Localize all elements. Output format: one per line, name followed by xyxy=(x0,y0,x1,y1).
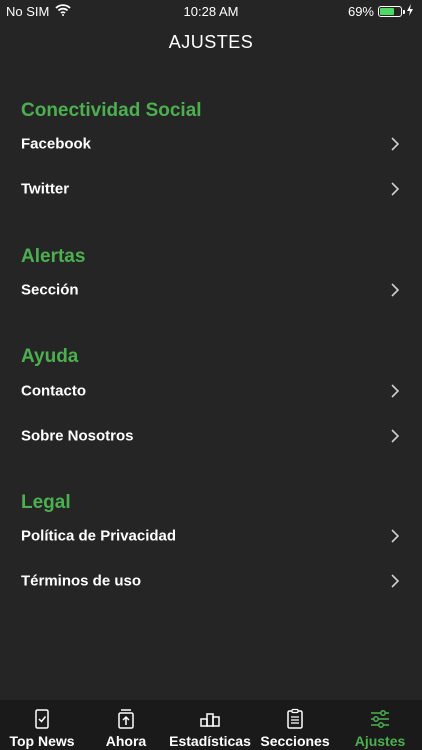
chevron-right-icon xyxy=(391,384,400,398)
tab-top-news[interactable]: Top News xyxy=(0,700,84,750)
row-terminos-uso[interactable]: Términos de uso xyxy=(0,561,422,601)
section-header-alertas: Alertas xyxy=(21,246,86,267)
chevron-right-icon xyxy=(391,182,400,196)
row-label: Twitter xyxy=(21,180,70,198)
tab-secciones[interactable]: Secciones xyxy=(252,700,338,750)
tab-label: Ahora xyxy=(105,733,147,749)
battery-icon xyxy=(378,6,405,17)
tab-label: Secciones xyxy=(260,733,330,749)
row-label: Términos de uso xyxy=(21,572,142,590)
podium-icon xyxy=(200,713,220,727)
section-header-ayuda: Ayuda xyxy=(21,346,79,367)
status-bar: No SIM 10:28 AM 69% xyxy=(0,0,422,22)
upload-box-icon xyxy=(118,709,134,729)
row-sobre-nosotros[interactable]: Sobre Nosotros xyxy=(0,416,422,456)
row-politica-privacidad[interactable]: Política de Privacidad xyxy=(0,516,422,556)
row-facebook[interactable]: Facebook xyxy=(0,124,422,164)
row-label: Contacto xyxy=(21,382,86,400)
tab-bar: Top News Ahora Estadísticas Secciones Aj… xyxy=(0,700,422,750)
battery-percent: 69% xyxy=(347,4,374,19)
chevron-right-icon xyxy=(391,529,400,543)
tab-label: Top News xyxy=(9,733,75,749)
row-twitter[interactable]: Twitter xyxy=(0,169,422,209)
section-header-social: Conectividad Social xyxy=(21,100,202,121)
charging-bolt-icon xyxy=(406,4,414,19)
page-title: AJUSTES xyxy=(168,32,254,52)
tab-ajustes[interactable]: Ajustes xyxy=(338,700,422,750)
sliders-icon xyxy=(371,710,389,728)
tab-ahora[interactable]: Ahora xyxy=(84,700,168,750)
chevron-right-icon xyxy=(391,429,400,443)
row-label: Sección xyxy=(21,281,79,299)
chevron-right-icon xyxy=(391,574,400,588)
clipboard-icon xyxy=(287,708,303,729)
tab-label: Ajustes xyxy=(354,733,406,749)
chevron-right-icon xyxy=(391,283,400,297)
row-label: Facebook xyxy=(21,135,92,153)
checklist-icon xyxy=(35,709,49,729)
section-header-legal: Legal xyxy=(21,492,71,513)
row-label: Sobre Nosotros xyxy=(21,427,134,445)
chevron-right-icon xyxy=(391,137,400,151)
row-contacto[interactable]: Contacto xyxy=(0,371,422,411)
row-label: Política de Privacidad xyxy=(21,527,177,545)
row-seccion[interactable]: Sección xyxy=(0,270,422,310)
tab-label: Estadísticas xyxy=(169,733,251,749)
tab-estadisticas[interactable]: Estadísticas xyxy=(168,700,252,750)
